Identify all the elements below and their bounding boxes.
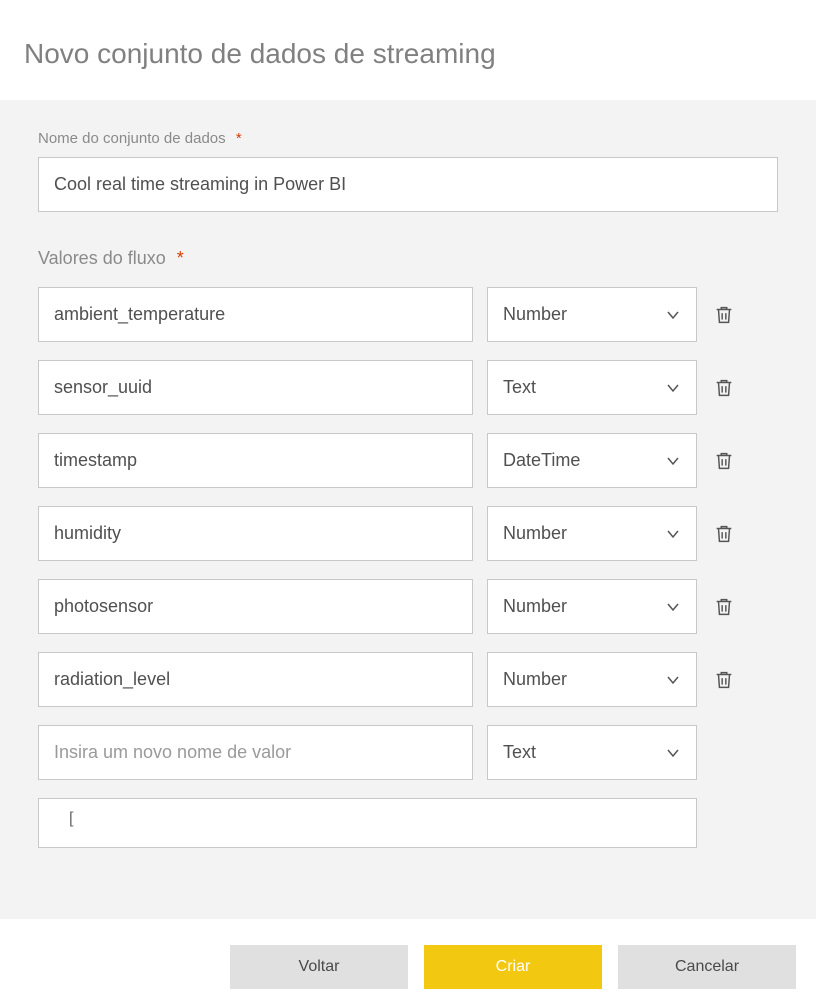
trash-icon[interactable]	[711, 448, 737, 474]
chevron-down-icon	[665, 526, 681, 542]
chevron-down-icon	[665, 599, 681, 615]
new-value-row: Text	[38, 725, 778, 780]
value-name-input[interactable]	[38, 652, 473, 707]
value-name-input[interactable]	[38, 287, 473, 342]
cancel-button[interactable]: Cancelar	[618, 945, 796, 989]
value-row: Number	[38, 506, 778, 561]
value-type-select[interactable]: Text	[487, 360, 697, 415]
json-preview: [	[38, 798, 697, 848]
value-name-input[interactable]	[38, 360, 473, 415]
chevron-down-icon	[665, 380, 681, 396]
dialog-footer: Voltar Criar Cancelar	[0, 927, 816, 1007]
value-type-select[interactable]: Number	[487, 579, 697, 634]
value-name-input[interactable]	[38, 433, 473, 488]
trash-icon[interactable]	[711, 302, 737, 328]
dataset-name-input[interactable]	[38, 157, 778, 212]
value-type-select[interactable]: Number	[487, 287, 697, 342]
value-type-select[interactable]: Number	[487, 506, 697, 561]
chevron-down-icon	[665, 307, 681, 323]
required-marker: *	[236, 130, 242, 147]
new-value-name-input[interactable]	[38, 725, 473, 780]
value-row: Text	[38, 360, 778, 415]
form-area: Nome do conjunto de dados * Valores do f…	[0, 100, 816, 919]
chevron-down-icon	[665, 453, 681, 469]
value-name-input[interactable]	[38, 506, 473, 561]
trash-icon[interactable]	[711, 375, 737, 401]
dialog-title: Novo conjunto de dados de streaming	[24, 38, 792, 70]
value-type-select[interactable]: DateTime	[487, 433, 697, 488]
new-value-type-select[interactable]: Text	[487, 725, 697, 780]
dataset-name-label: Nome do conjunto de dados *	[38, 130, 778, 147]
value-name-input[interactable]	[38, 579, 473, 634]
trash-icon[interactable]	[711, 521, 737, 547]
back-button[interactable]: Voltar	[230, 945, 408, 989]
value-row: Number	[38, 579, 778, 634]
required-marker: *	[177, 248, 184, 268]
chevron-down-icon	[665, 672, 681, 688]
value-row: Number	[38, 287, 778, 342]
trash-icon[interactable]	[711, 594, 737, 620]
value-type-select[interactable]: Number	[487, 652, 697, 707]
create-button[interactable]: Criar	[424, 945, 602, 989]
stream-values-label: Valores do fluxo *	[38, 248, 778, 269]
value-row: DateTime	[38, 433, 778, 488]
chevron-down-icon	[665, 745, 681, 761]
dialog-header: Novo conjunto de dados de streaming	[0, 0, 816, 100]
trash-icon[interactable]	[711, 667, 737, 693]
value-row: Number	[38, 652, 778, 707]
